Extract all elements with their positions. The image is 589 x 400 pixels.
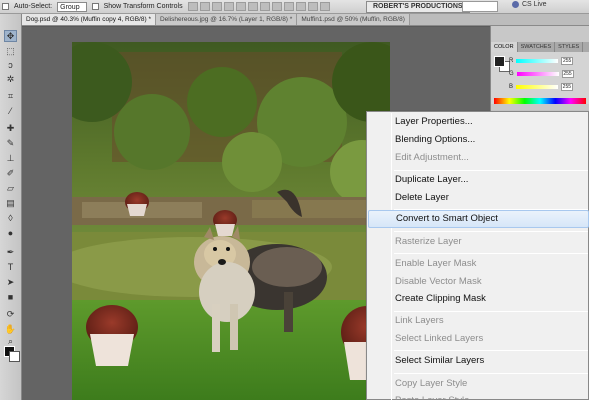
green-label: G — [509, 70, 514, 77]
color-panel: R 255 G 255 B 255 — [491, 52, 589, 104]
red-label: R — [509, 57, 514, 64]
document-tab-bar: Dog.psd @ 40.3% (Muffin copy 4, RGB/8) *… — [22, 14, 589, 26]
brush-tool-icon[interactable]: ✎ — [4, 137, 17, 149]
menu-item-paste-layer-style[interactable]: Paste Layer Style — [368, 392, 589, 400]
green-value-field[interactable]: 255 — [561, 69, 574, 78]
blue-label: B — [509, 83, 514, 90]
hand-tool-icon[interactable]: ✋ — [4, 323, 17, 335]
path-selection-icon[interactable]: ➤ — [4, 276, 17, 288]
search-input[interactable] — [462, 1, 498, 12]
workspace-button[interactable]: ROBERT'S PRODUCTIONS — [366, 1, 470, 13]
menu-item-convert-to-smart-object[interactable]: Convert to Smart Object — [368, 210, 589, 228]
gradient-tool-icon[interactable]: ▤ — [4, 197, 17, 209]
layer-context-menu: Layer Properties... Blending Options... … — [366, 111, 589, 400]
menu-separator — [394, 231, 588, 232]
eyedropper-icon[interactable]: ⁄ — [4, 105, 17, 117]
color-panel-tabs: COLOR SWATCHES STYLES — [491, 42, 589, 52]
auto-select-label: Auto-Select: — [14, 3, 53, 10]
menu-item-select-similar-layers[interactable]: Select Similar Layers — [368, 352, 589, 370]
crop-tool-icon[interactable]: ⌗ — [4, 90, 17, 102]
color-spectrum[interactable] — [494, 98, 586, 104]
pen-tool-icon[interactable]: ✒ — [4, 246, 17, 258]
healing-brush-icon[interactable]: ✚ — [4, 122, 17, 134]
eraser-icon[interactable]: ▱ — [4, 182, 17, 194]
menu-item-blending-options[interactable]: Blending Options... — [368, 131, 589, 149]
menu-item-rasterize-layer[interactable]: Rasterize Layer — [368, 233, 589, 251]
align-buttons[interactable] — [187, 2, 330, 11]
cs-live-icon — [512, 1, 519, 8]
tab-color[interactable]: COLOR — [491, 42, 518, 52]
menu-item-delete-layer[interactable]: Delete Layer — [368, 189, 589, 207]
menu-item-disable-vector-mask[interactable]: Disable Vector Mask — [368, 273, 589, 291]
tools-panel: ✥ ⬚ ↄ ✲ ⌗ ⁄ ✚ ✎ ⊥ ✐ ▱ ▤ ◊ ● ✒ T ➤ ■ ⟳ ✋ … — [0, 14, 22, 400]
tab-delishereous-jpg[interactable]: Delishereous.jpg @ 16.7% (Layer 1, RGB/8… — [155, 14, 298, 25]
magic-wand-icon[interactable]: ✲ — [4, 73, 17, 85]
show-transform-checkbox[interactable] — [91, 3, 99, 10]
marquee-tool-icon[interactable]: ⬚ — [4, 45, 17, 57]
menu-separator — [394, 253, 588, 254]
shape-tool-icon[interactable]: ■ — [4, 291, 17, 303]
tab-dog-psd[interactable]: Dog.psd @ 40.3% (Muffin copy 4, RGB/8) * — [22, 14, 156, 25]
cs-live-button[interactable]: CS Live — [512, 1, 547, 8]
tab-muffin1-psd[interactable]: Muffin1.psd @ 50% (Muffin, RGB/8) — [297, 14, 410, 25]
history-brush-icon[interactable]: ✐ — [4, 167, 17, 179]
menu-item-edit-adjustment[interactable]: Edit Adjustment... — [368, 149, 589, 167]
menu-item-duplicate-layer[interactable]: Duplicate Layer... — [368, 171, 589, 189]
panel-foreground-swatch[interactable] — [494, 56, 505, 67]
blue-channel-row: B 255 — [509, 82, 589, 91]
menu-item-select-linked-layers[interactable]: Select Linked Layers — [368, 330, 589, 348]
blue-slider[interactable] — [516, 84, 559, 89]
blue-value-field[interactable]: 255 — [561, 82, 574, 91]
3d-rotate-icon[interactable]: ⟳ — [4, 308, 17, 320]
document-image[interactable] — [72, 42, 390, 400]
menu-separator — [394, 350, 588, 351]
lasso-tool-icon[interactable]: ↄ — [4, 59, 17, 71]
menu-item-copy-layer-style[interactable]: Copy Layer Style — [368, 375, 589, 393]
cs-live-label: CS Live — [522, 1, 547, 8]
menu-item-link-layers[interactable]: Link Layers — [368, 312, 589, 330]
green-slider[interactable] — [516, 71, 559, 76]
red-channel-row: R 255 — [509, 56, 589, 65]
menu-separator — [394, 373, 588, 374]
background-color-swatch[interactable] — [9, 351, 20, 362]
menu-item-enable-layer-mask[interactable]: Enable Layer Mask — [368, 255, 589, 273]
menu-item-create-clipping-mask[interactable]: Create Clipping Mask — [368, 290, 589, 308]
auto-select-checkbox[interactable] — [2, 3, 9, 10]
dodge-tool-icon[interactable]: ● — [4, 227, 17, 239]
green-channel-row: G 255 — [509, 69, 589, 78]
show-transform-label: Show Transform Controls — [103, 3, 183, 10]
clone-stamp-icon[interactable]: ⊥ — [4, 152, 17, 164]
auto-select-dropdown[interactable]: Group — [57, 1, 87, 12]
blur-tool-icon[interactable]: ◊ — [4, 212, 17, 224]
red-value-field[interactable]: 255 — [561, 56, 574, 65]
type-tool-icon[interactable]: T — [4, 261, 17, 273]
red-slider[interactable] — [516, 58, 559, 63]
tab-styles[interactable]: STYLES — [555, 42, 584, 52]
tab-swatches[interactable]: SWATCHES — [518, 42, 556, 52]
move-tool-icon[interactable]: ✥ — [4, 30, 17, 42]
menu-item-layer-properties[interactable]: Layer Properties... — [368, 113, 589, 131]
options-bar: Auto-Select: Group Show Transform Contro… — [0, 0, 589, 14]
dog-photo-image — [72, 42, 390, 400]
